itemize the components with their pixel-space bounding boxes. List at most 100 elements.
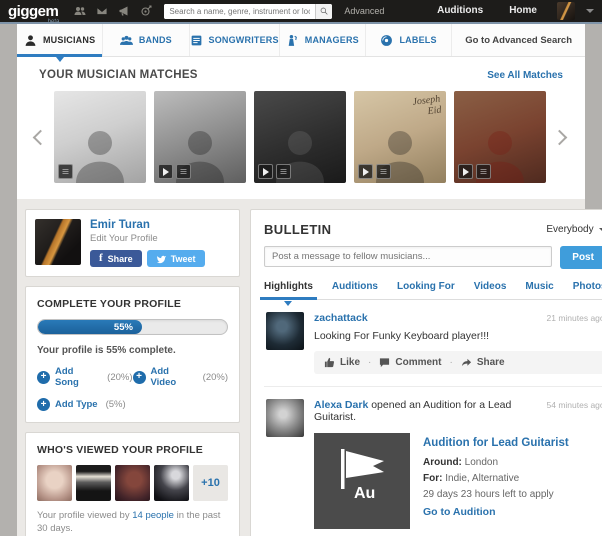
tracklist-badge-icon[interactable] — [476, 164, 491, 179]
who-viewed-title: WHO'S VIEWED YOUR PROFILE — [37, 444, 203, 456]
flag-icon — [341, 449, 384, 489]
tab-highlights[interactable]: Highlights — [260, 281, 317, 306]
user-menu-caret-icon[interactable] — [586, 9, 594, 13]
band-icon — [119, 35, 133, 45]
feed-timestamp: 21 minutes ago — [546, 313, 602, 323]
audition-tile[interactable]: Au — [314, 433, 410, 529]
tracklist-badge-icon[interactable] — [58, 164, 73, 179]
play-video-badge-icon[interactable] — [358, 164, 373, 179]
tab-managers[interactable]: MANAGERS — [280, 24, 366, 56]
search-input[interactable] — [164, 3, 316, 19]
around-value: London — [461, 457, 499, 469]
carousel-prev-button[interactable] — [32, 129, 49, 145]
musician-match-photo-4[interactable]: Joseph Eid — [354, 91, 446, 183]
auditions-nav-button[interactable]: Auditions — [428, 0, 492, 23]
tab-labels[interactable]: LABELS — [366, 24, 453, 56]
tweet-button-label: Tweet — [170, 253, 196, 264]
tab-looking-for[interactable]: Looking For — [397, 281, 455, 299]
around-label: Around: — [423, 457, 462, 469]
tab-auditions[interactable]: Auditions — [332, 281, 378, 299]
tweet-button[interactable]: Tweet — [146, 250, 205, 267]
viewer-avatar-4[interactable] — [154, 465, 189, 501]
edit-profile-link[interactable]: Edit Your Profile — [90, 233, 205, 244]
audience-dropdown[interactable]: Everybody — [546, 224, 602, 235]
play-video-badge-icon[interactable] — [458, 164, 473, 179]
tab-songwriters-label: SONGWRITERS — [208, 35, 279, 45]
tab-photos[interactable]: Photos — [573, 281, 602, 299]
friends-icon[interactable] — [74, 5, 86, 17]
user-avatar[interactable] — [557, 2, 575, 20]
profile-name-link[interactable]: Emir Turan — [90, 219, 205, 231]
facebook-share-button[interactable]: f Share — [90, 250, 142, 267]
tab-videos[interactable]: Videos — [474, 281, 507, 299]
tab-managers-label: MANAGERS — [304, 35, 359, 45]
tracklist-badge-icon[interactable] — [376, 164, 391, 179]
share-arrow-icon — [461, 358, 471, 367]
for-value: Indie, Alternative — [442, 473, 520, 485]
feed-timestamp: 54 minutes ago — [546, 400, 602, 410]
share-button[interactable]: Share — [461, 357, 505, 368]
go-to-audition-link[interactable]: Go to Audition — [423, 504, 496, 521]
logo[interactable]: giggem beta — [8, 2, 59, 25]
feed-avatar[interactable] — [266, 312, 304, 350]
add-type-label: Add Type — [55, 399, 98, 410]
manager-icon — [288, 34, 297, 46]
megaphone-icon[interactable] — [118, 5, 130, 17]
feed-avatar[interactable] — [266, 399, 304, 437]
audition-deadline: 29 days 23 hours left to apply — [423, 489, 554, 501]
audition-title-link[interactable]: Audition for Lead Guitarist — [423, 434, 569, 452]
feed-message: Looking For Funky Keyboard player!!! — [314, 330, 490, 342]
logo-text: giggem — [8, 2, 59, 20]
main-content-area: Emir Turan Edit Your Profile f Share Twe… — [17, 199, 602, 536]
messages-icon[interactable] — [96, 5, 108, 17]
top-header-bar: giggem beta Advanced Auditions Home — [0, 0, 602, 25]
tab-music[interactable]: Music — [525, 281, 553, 299]
tab-bands[interactable]: BANDS — [103, 24, 190, 56]
tab-songwriters[interactable]: SONGWRITERS — [190, 24, 280, 56]
viewer-avatar-3[interactable] — [115, 465, 150, 501]
post-button[interactable]: Post — [559, 246, 602, 269]
viewer-avatar-2[interactable] — [76, 465, 111, 501]
feed-top-row: zachattack 21 minutes ago — [314, 312, 602, 324]
musician-match-photo-3[interactable] — [254, 91, 346, 183]
post-message-input[interactable] — [264, 246, 552, 267]
home-nav-button[interactable]: Home — [500, 0, 546, 23]
carousel-next-button[interactable] — [551, 129, 568, 145]
add-song-link[interactable]: + Add Song (20%) — [37, 366, 133, 388]
tracklist-badge-icon[interactable] — [276, 164, 291, 179]
musician-matches-section: YOUR MUSICIAN MATCHES See All Matches Jo… — [17, 57, 585, 199]
viewer-thumbnails: +10 — [37, 465, 228, 501]
add-song-weight: (20%) — [107, 371, 133, 383]
musician-match-photo-5[interactable] — [454, 91, 546, 183]
feed-author-link[interactable]: zachattack — [314, 312, 368, 324]
play-video-badge-icon[interactable] — [158, 164, 173, 179]
bulletin-header: BULLETIN Everybody — [264, 222, 602, 237]
viewer-avatar-1[interactable] — [37, 465, 72, 501]
category-tab-bar: MUSICIANS BANDS SONGWRITERS MANAGERS LAB… — [17, 24, 585, 62]
musician-match-photo-1[interactable] — [54, 91, 146, 183]
add-video-weight: (20%) — [202, 371, 228, 383]
play-video-badge-icon[interactable] — [258, 164, 273, 179]
tracklist-badge-icon[interactable] — [176, 164, 191, 179]
left-sidebar: Emir Turan Edit Your Profile f Share Twe… — [25, 209, 240, 536]
tab-musicians[interactable]: MUSICIANS — [17, 24, 104, 62]
search-button[interactable] — [315, 3, 333, 19]
see-all-matches-link[interactable]: See All Matches — [487, 70, 563, 81]
target-icon[interactable] — [140, 5, 152, 17]
more-viewers-badge[interactable]: +10 — [193, 465, 228, 501]
add-type-link[interactable]: + Add Type (5%) — [37, 398, 133, 411]
musician-match-photo-2[interactable] — [154, 91, 246, 183]
viewed-count-link[interactable]: 14 people — [132, 510, 174, 521]
audition-details: Audition for Lead Guitarist Around: Lond… — [423, 433, 569, 529]
like-button[interactable]: Like — [324, 357, 360, 368]
comment-button[interactable]: Comment — [379, 357, 441, 368]
audition-for-line: For: Indie, Alternative — [423, 471, 569, 487]
feed-author-link[interactable]: Alexa Dark — [314, 399, 368, 411]
go-to-advanced-search-link[interactable]: Go to Advanced Search — [452, 24, 585, 56]
profile-avatar[interactable] — [35, 219, 81, 265]
photo-caption: Joseph Eid — [411, 93, 443, 117]
profile-info: Emir Turan Edit Your Profile f Share Twe… — [90, 219, 205, 267]
advanced-search-link[interactable]: Advanced — [344, 6, 384, 16]
add-video-link[interactable]: + Add Video (20%) — [132, 366, 228, 388]
add-song-label: Add Song — [55, 366, 79, 388]
